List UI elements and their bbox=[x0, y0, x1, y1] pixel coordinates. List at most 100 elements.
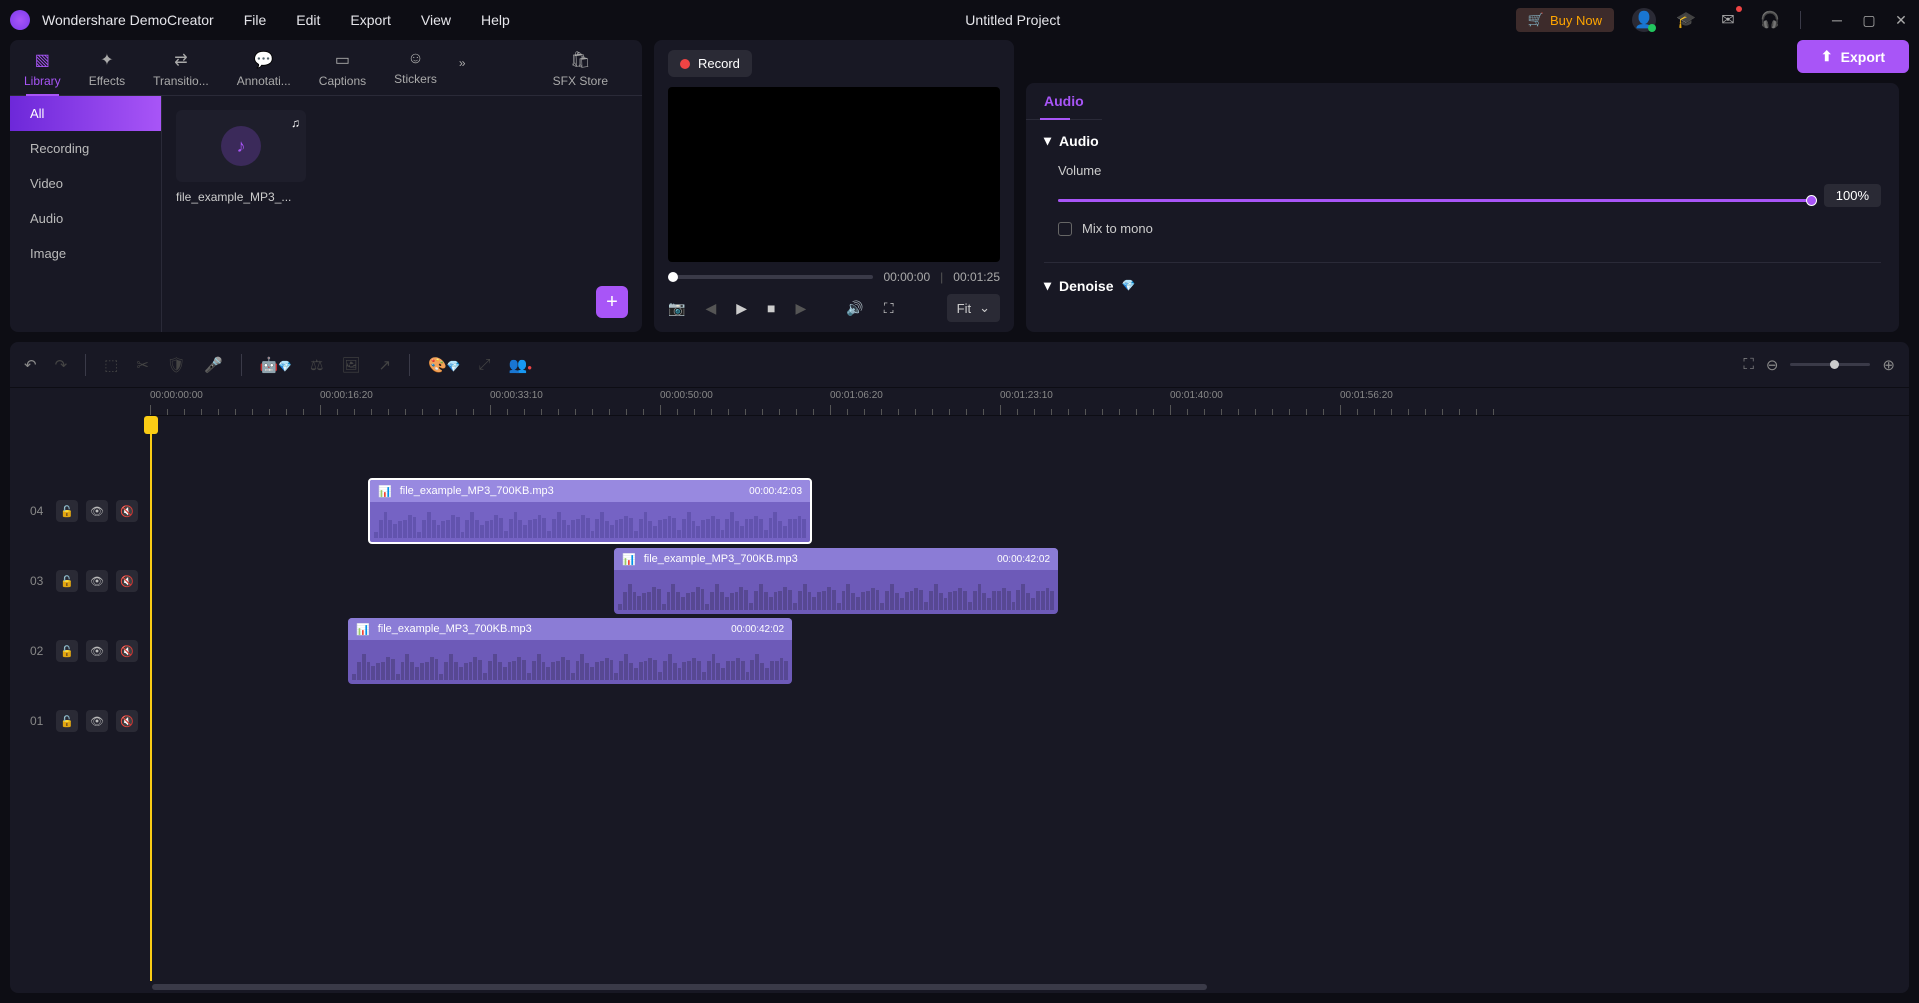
tab-captions[interactable]: ▭ Captions bbox=[305, 40, 380, 95]
menu-file[interactable]: File bbox=[244, 12, 267, 28]
track-visibility-button[interactable]: 👁 bbox=[86, 500, 108, 522]
category-image[interactable]: Image bbox=[10, 236, 161, 271]
volume-control: Volume 100% Mix to mono bbox=[1044, 163, 1881, 236]
playhead[interactable] bbox=[150, 416, 152, 981]
media-item[interactable]: ♪ ♫ file_example_MP3_... bbox=[176, 110, 306, 204]
record-button[interactable]: Record bbox=[668, 50, 752, 77]
ai-tool-button[interactable]: 🤖💎 bbox=[260, 356, 292, 374]
user-avatar[interactable]: 👤 bbox=[1632, 8, 1656, 32]
audio-section-header[interactable]: ▾ Audio bbox=[1044, 132, 1881, 149]
tab-more[interactable]: » bbox=[451, 40, 474, 95]
mix-to-mono-checkbox[interactable]: Mix to mono bbox=[1058, 221, 1881, 236]
fit-select[interactable]: Fit ⌄ bbox=[947, 294, 1000, 322]
expand-button[interactable]: ⤢ bbox=[479, 356, 491, 373]
menu-edit[interactable]: Edit bbox=[296, 12, 320, 28]
menu-help[interactable]: Help bbox=[481, 12, 510, 28]
denoise-section-header[interactable]: ▾ Denoise 💎 bbox=[1044, 277, 1881, 294]
cursor-button[interactable]: ↗ bbox=[379, 356, 392, 374]
track-mute-button[interactable]: 🔇 bbox=[116, 710, 138, 732]
speed-button[interactable]: ⚖ bbox=[310, 356, 323, 374]
split-button[interactable]: ✂ bbox=[136, 356, 149, 374]
next-frame-icon[interactable]: ▶ bbox=[795, 300, 806, 317]
tab-transitions[interactable]: ⇄ Transitio... bbox=[139, 40, 223, 95]
track-lock-button[interactable]: 🔓 bbox=[56, 640, 78, 662]
crop-button[interactable]: ⬚ bbox=[104, 356, 118, 374]
library-content: ♪ ♫ file_example_MP3_... + bbox=[162, 96, 642, 332]
color-button[interactable]: 🎨💎 bbox=[428, 356, 460, 374]
volume-value[interactable]: 100% bbox=[1824, 184, 1881, 207]
playhead-handle[interactable] bbox=[144, 416, 158, 434]
category-recording[interactable]: Recording bbox=[10, 131, 161, 166]
category-audio[interactable]: Audio bbox=[10, 201, 161, 236]
volume-slider-handle[interactable] bbox=[1806, 195, 1817, 206]
track-lock-button[interactable]: 🔓 bbox=[56, 710, 78, 732]
zoom-fit-button[interactable]: ⛶ bbox=[1743, 356, 1754, 373]
chevron-down-icon: ▾ bbox=[1044, 277, 1051, 294]
track-lock-button[interactable]: 🔓 bbox=[56, 570, 78, 592]
stop-icon[interactable]: ■ bbox=[767, 300, 775, 316]
maximize-button[interactable]: ▢ bbox=[1861, 12, 1877, 28]
fit-label: Fit bbox=[957, 301, 971, 316]
group-button[interactable]: 👥● bbox=[509, 356, 533, 374]
volume-icon[interactable]: 🔊 bbox=[846, 300, 863, 317]
snapshot-icon[interactable]: 📷 bbox=[668, 300, 685, 317]
add-media-button[interactable]: + bbox=[596, 286, 628, 318]
track-visibility-button[interactable]: 👁 bbox=[86, 640, 108, 662]
premium-gem-icon: 💎 bbox=[1122, 279, 1136, 292]
buy-now-button[interactable]: 🛒 Buy Now bbox=[1516, 8, 1614, 32]
track-lane[interactable] bbox=[150, 686, 1909, 756]
redo-button[interactable]: ↷ bbox=[55, 356, 68, 374]
scrub-handle[interactable] bbox=[668, 272, 678, 282]
track-visibility-button[interactable]: 👁 bbox=[86, 710, 108, 732]
track-mute-button[interactable]: 🔇 bbox=[116, 640, 138, 662]
close-button[interactable]: ✕ bbox=[1893, 12, 1909, 28]
track-lane[interactable]: 📊 file_example_MP3_700KB.mp3 00:00:42:03 bbox=[150, 476, 1909, 546]
zoom-out-button[interactable]: ⊖ bbox=[1766, 356, 1779, 374]
track-number: 01 bbox=[30, 714, 48, 728]
fullscreen-icon[interactable]: ⛶ bbox=[884, 300, 894, 317]
audio-clip[interactable]: 📊 file_example_MP3_700KB.mp3 00:00:42:02 bbox=[614, 548, 1058, 614]
track-lane[interactable]: 📊 file_example_MP3_700KB.mp3 00:00:42:02 bbox=[150, 616, 1909, 686]
voiceover-button[interactable]: 🎤 bbox=[204, 356, 223, 374]
category-video[interactable]: Video bbox=[10, 166, 161, 201]
marker-button[interactable]: 🛡 bbox=[167, 356, 186, 374]
volume-slider[interactable] bbox=[1058, 199, 1812, 202]
minimize-button[interactable]: ─ bbox=[1829, 12, 1845, 28]
play-icon[interactable]: ▶ bbox=[736, 300, 747, 317]
tab-sfx-store[interactable]: 🛍 SFX Store bbox=[539, 40, 622, 95]
timeline-scrollbar[interactable] bbox=[150, 981, 1909, 993]
library-tabs: ▧ Library ✦ Effects ⇄ Transitio... 💬 Ann… bbox=[10, 40, 642, 96]
tab-effects[interactable]: ✦ Effects bbox=[75, 40, 139, 95]
undo-button[interactable]: ↶ bbox=[24, 356, 37, 374]
audio-tab[interactable]: Audio bbox=[1026, 83, 1102, 120]
track-mute-button[interactable]: 🔇 bbox=[116, 570, 138, 592]
menu-export[interactable]: Export bbox=[350, 12, 390, 28]
snapshot-button[interactable]: 🖼 bbox=[342, 356, 361, 374]
tab-library[interactable]: ▧ Library bbox=[10, 40, 75, 95]
zoom-in-button[interactable]: ⊕ bbox=[1882, 356, 1895, 374]
tab-stickers[interactable]: ☺ Stickers bbox=[380, 40, 451, 95]
export-button[interactable]: ⬆ Export bbox=[1797, 40, 1909, 73]
zoom-slider[interactable] bbox=[1790, 363, 1870, 366]
scrollbar-thumb[interactable] bbox=[152, 984, 1207, 990]
divider bbox=[409, 354, 410, 376]
academy-icon[interactable]: 🎓 bbox=[1674, 8, 1698, 32]
preview-canvas[interactable] bbox=[668, 87, 1000, 262]
track-lane[interactable]: 📊 file_example_MP3_700KB.mp3 00:00:42:02 bbox=[150, 546, 1909, 616]
menu-view[interactable]: View bbox=[421, 12, 451, 28]
prev-frame-icon[interactable]: ◀ bbox=[705, 300, 716, 317]
tab-effects-label: Effects bbox=[89, 74, 125, 88]
support-icon[interactable]: 🎧 bbox=[1758, 8, 1782, 32]
audio-clip[interactable]: 📊 file_example_MP3_700KB.mp3 00:00:42:03 bbox=[368, 478, 812, 544]
track-mute-button[interactable]: 🔇 bbox=[116, 500, 138, 522]
audio-clip[interactable]: 📊 file_example_MP3_700KB.mp3 00:00:42:02 bbox=[348, 618, 792, 684]
timeline-ruler[interactable]: 00:00:00:0000:00:16:2000:00:33:1000:00:5… bbox=[150, 388, 1909, 416]
timeline-tracks: 04 🔓 👁 🔇 📊 file_example_MP3_700KB.mp3 00… bbox=[10, 416, 1909, 981]
track-visibility-button[interactable]: 👁 bbox=[86, 570, 108, 592]
messages-icon[interactable]: ✉ bbox=[1716, 8, 1740, 32]
scrub-track[interactable] bbox=[668, 275, 873, 279]
track-lock-button[interactable]: 🔓 bbox=[56, 500, 78, 522]
category-all[interactable]: All bbox=[10, 96, 161, 131]
denoise-section-label: Denoise bbox=[1059, 278, 1113, 294]
tab-annotations[interactable]: 💬 Annotati... bbox=[223, 40, 305, 95]
